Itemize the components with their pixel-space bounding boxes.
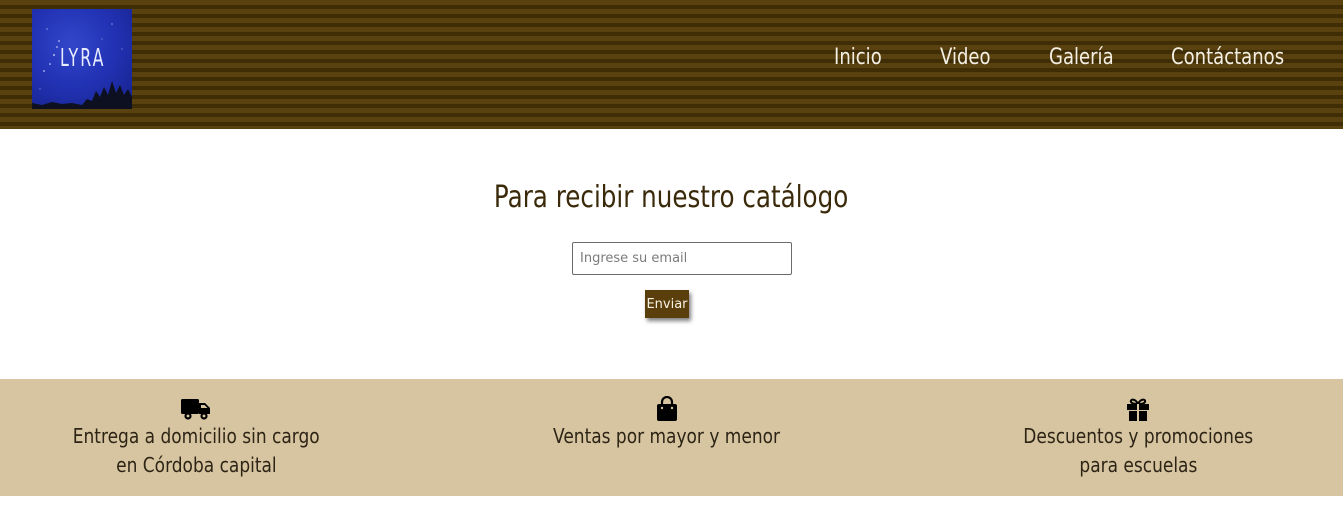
nav-link-contactanos[interactable]: Contáctanos [1171,45,1284,75]
benefit-line-1: Descuentos y promociones [1023,424,1253,448]
benefit-line-2: para escuelas [1079,453,1197,477]
catalog-section-title: Para recibir nuestro catálogo [0,180,1343,215]
benefits-bar: Entrega a domicilio sin cargo en Córdoba… [0,379,1343,496]
nav-link-galeria[interactable]: Galería [1049,45,1114,75]
benefit-home-delivery: Entrega a domicilio sin cargo en Córdoba… [46,396,346,480]
shopping-bag-icon [657,396,677,421]
benefit-line-1: Entrega a domicilio sin cargo [72,424,320,448]
benefit-wholesale-retail: Ventas por mayor y menor [517,396,817,451]
catalog-title-text: Para recibir nuestro catálogo [494,180,849,215]
gift-icon [1127,398,1149,421]
send-button[interactable]: Enviar [645,290,689,318]
logo-text: LYRA [60,43,106,72]
lyra-logo[interactable]: LYRA [32,9,132,109]
nav-link-video[interactable]: Video [940,45,991,75]
site-header: LYRA Inicio Video Galería Contáctanos [0,0,1343,129]
benefit-school-discounts: Descuentos y promociones para escuelas [988,396,1288,480]
email-input[interactable] [572,242,792,275]
benefit-line-1: Ventas por mayor y menor [553,424,781,448]
trees-silhouette [32,81,132,109]
nav-link-inicio[interactable]: Inicio [834,45,882,75]
truck-icon [181,399,210,420]
benefit-line-2: en Córdoba capital [115,453,277,477]
